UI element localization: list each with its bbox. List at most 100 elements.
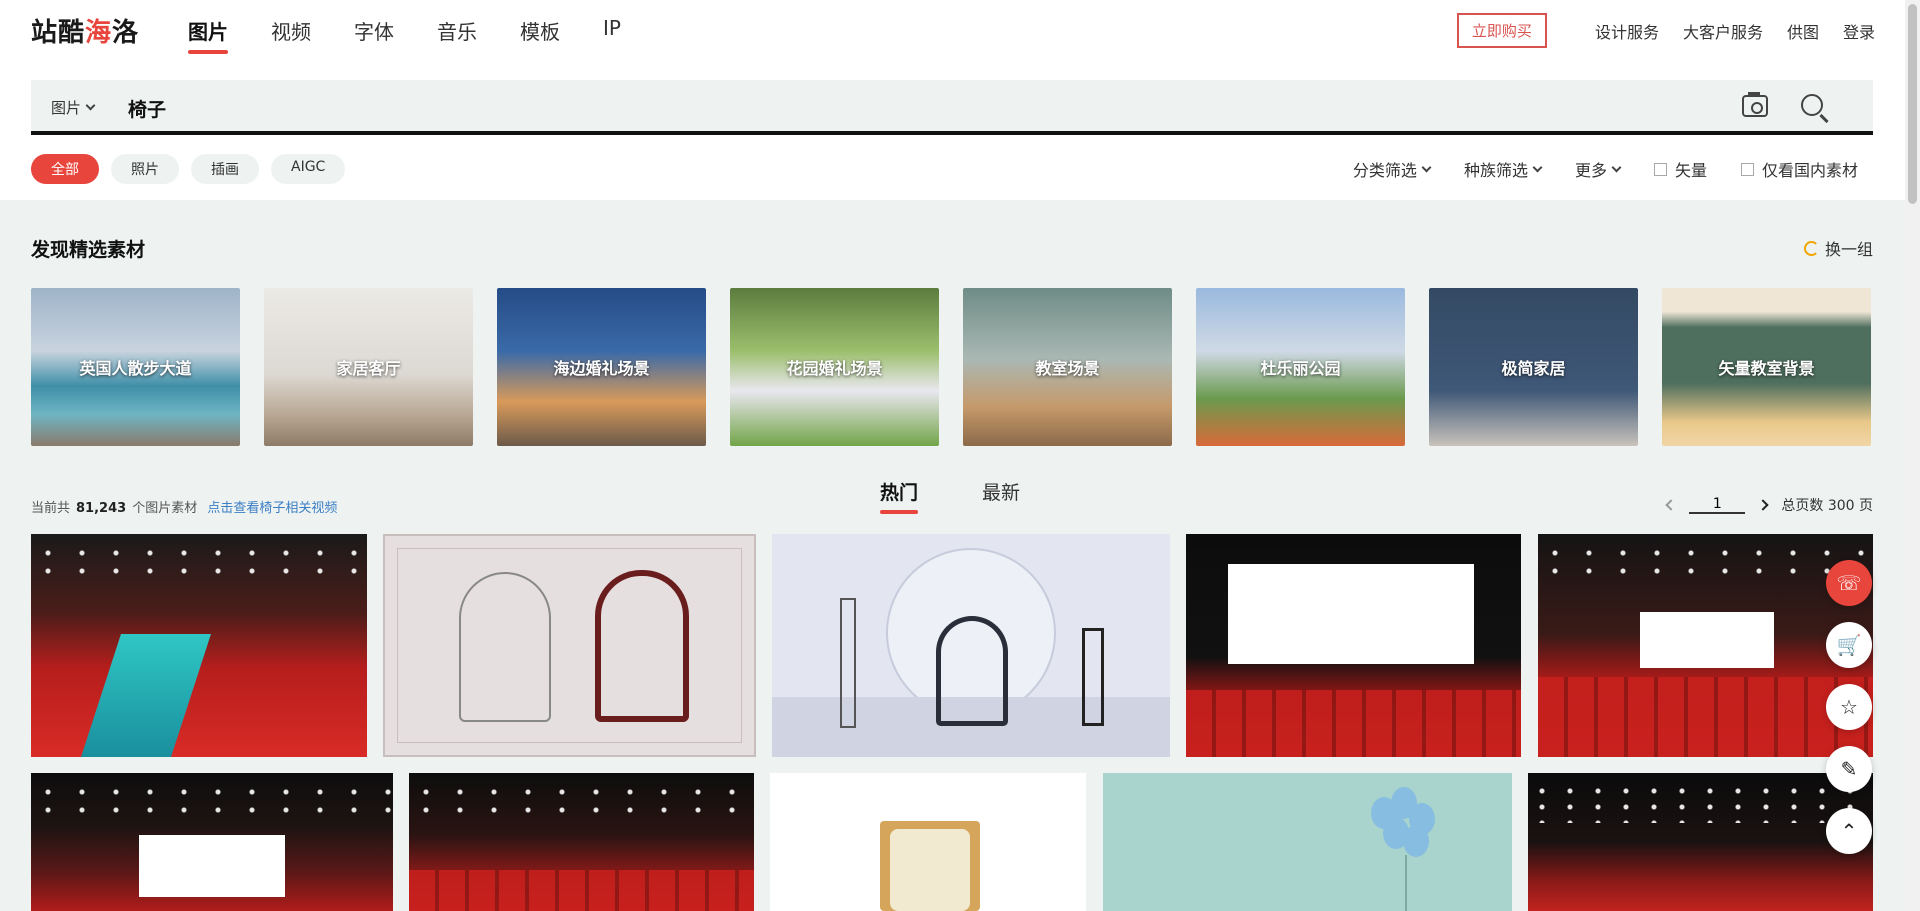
search-bar: 图片 (31, 80, 1873, 135)
stair-lights (81, 634, 211, 757)
featured-card[interactable]: 矢量教室背景 (1662, 288, 1871, 446)
login-link[interactable]: 登录 (1843, 19, 1875, 43)
top-header: 站酷海洛 图片 视频 字体 音乐 模板 IP 立即购买 设计服务 大客户服务 供… (0, 0, 1905, 200)
ceiling-lights (31, 544, 367, 584)
chip-photo[interactable]: 照片 (111, 154, 179, 184)
result-image[interactable] (772, 534, 1170, 757)
search-category-dropdown[interactable]: 图片 (51, 97, 96, 118)
results-prefix: 当前共 (31, 501, 71, 516)
nav-item-videos[interactable]: 视频 (271, 16, 311, 56)
ceiling-lights (1528, 783, 1873, 823)
featured-card[interactable]: 海边婚礼场景 (497, 288, 706, 446)
tab-popular[interactable]: 热门 (880, 478, 919, 514)
featured-card[interactable]: 花园婚礼场景 (730, 288, 939, 446)
ceiling-lights (1538, 544, 1873, 584)
featured-card-label: 花园婚礼场景 (786, 359, 883, 378)
site-logo[interactable]: 站酷海洛 (31, 12, 139, 49)
chevron-down-icon (1532, 162, 1543, 172)
next-page-icon[interactable] (1757, 499, 1770, 511)
sort-tabs: 热门 最新 (880, 478, 1020, 514)
logo-text-accent: 海 (85, 18, 113, 48)
buy-now-button[interactable]: 立即购买 (1456, 13, 1547, 48)
refresh-label: 换一组 (1824, 240, 1873, 259)
chair-dark-drawing (595, 570, 689, 722)
tab-latest[interactable]: 最新 (982, 478, 1020, 505)
ethnicity-filter-dropdown[interactable]: 种族筛选 (1463, 157, 1543, 181)
featured-card-label: 海边婚礼场景 (553, 359, 650, 378)
pagination: 总页数 300 页 (1665, 495, 1873, 515)
total-pages-label: 总页数 300 页 (1781, 498, 1873, 514)
nav-item-templates[interactable]: 模板 (520, 16, 560, 56)
type-filter-chips: 全部 照片 插画 AIGC (31, 154, 346, 184)
camera-icon[interactable] (1742, 92, 1768, 117)
featured-card-label: 英国人散步大道 (79, 359, 192, 378)
more-filter-label: 更多 (1574, 161, 1607, 180)
featured-card[interactable]: 极简家居 (1429, 288, 1638, 446)
discover-title: 发现精选素材 (31, 239, 146, 261)
domestic-only-checkbox-label: 仅看国内素材 (1761, 161, 1858, 180)
right-filters: 分类筛选 种族筛选 更多 矢量 仅看国内素材 (1353, 157, 1858, 181)
featured-cards: 英国人散步大道 家居客厅 海边婚礼场景 花园婚礼场景 教室场景 杜乐丽公园 极简… (31, 288, 1873, 446)
vector-checkbox-label: 矢量 (1674, 161, 1707, 180)
result-image[interactable] (31, 773, 393, 911)
chair-outline-drawing (459, 572, 551, 722)
featured-card[interactable]: 英国人散步大道 (31, 288, 240, 446)
nav-item-images[interactable]: 图片 (188, 16, 228, 56)
refresh-button[interactable]: 换一组 (1803, 236, 1873, 260)
featured-card[interactable]: 杜乐丽公园 (1196, 288, 1405, 446)
featured-card-label: 杜乐丽公园 (1260, 359, 1341, 378)
chip-all[interactable]: 全部 (31, 154, 99, 184)
balloon-string (1405, 855, 1407, 911)
result-image[interactable] (409, 773, 754, 911)
result-image[interactable] (1103, 773, 1512, 911)
result-image[interactable] (383, 534, 756, 757)
featured-card-label: 矢量教室背景 (1718, 359, 1815, 378)
chevron-up-icon[interactable]: ⌃ (1826, 808, 1872, 854)
chevron-down-icon (1611, 162, 1622, 172)
search-icon[interactable] (1801, 94, 1823, 116)
cinema-screen (139, 835, 285, 897)
cinema-screen (1228, 564, 1474, 664)
result-image[interactable] (770, 773, 1086, 911)
result-image[interactable] (1186, 534, 1521, 757)
ethnicity-filter-label: 种族筛选 (1463, 161, 1528, 180)
category-filter-dropdown[interactable]: 分类筛选 (1352, 157, 1432, 181)
cart-icon[interactable]: 🛒 (1826, 622, 1872, 668)
result-image[interactable] (31, 534, 367, 757)
related-video-link[interactable]: 点击查看椅子相关视频 (207, 501, 337, 516)
checkbox-box (1653, 162, 1667, 176)
search-input[interactable] (128, 88, 1728, 128)
edit-icon[interactable]: ✎ (1826, 746, 1872, 792)
nav-item-fonts[interactable]: 字体 (354, 16, 394, 56)
result-image[interactable] (1528, 773, 1873, 911)
featured-card[interactable]: 家居客厅 (264, 288, 473, 446)
nav-item-ip[interactable]: IP (603, 16, 621, 56)
category-filter-label: 分类筛选 (1352, 161, 1417, 180)
headset-icon[interactable]: ☏ (1826, 560, 1872, 606)
scrollbar-thumb[interactable] (1908, 4, 1917, 204)
chip-illustration[interactable]: 插画 (191, 154, 259, 184)
featured-card[interactable]: 教室场景 (963, 288, 1172, 446)
checkbox-box (1740, 162, 1754, 176)
theater-seats (1186, 690, 1521, 757)
chair-dark-drawing (936, 616, 1008, 726)
prev-page-icon[interactable] (1665, 499, 1678, 511)
page-number-input[interactable] (1689, 496, 1746, 514)
main-nav: 图片 视频 字体 音乐 模板 IP (188, 16, 664, 56)
star-icon[interactable]: ☆ (1826, 684, 1872, 730)
nav-item-music[interactable]: 音乐 (437, 16, 477, 56)
contribute-link[interactable]: 供图 (1787, 19, 1819, 43)
chevron-down-icon (85, 100, 96, 111)
featured-card-label: 教室场景 (1035, 359, 1100, 378)
domestic-only-checkbox[interactable]: 仅看国内素材 (1740, 157, 1858, 181)
result-image[interactable] (1538, 534, 1873, 757)
vector-checkbox[interactable]: 矢量 (1653, 157, 1707, 181)
page-scrollbar[interactable] (1905, 0, 1920, 911)
more-filter-dropdown[interactable]: 更多 (1574, 157, 1622, 181)
theater-seats (409, 869, 754, 911)
design-service-link[interactable]: 设计服务 (1595, 19, 1659, 43)
balloon (1403, 825, 1429, 857)
enterprise-service-link[interactable]: 大客户服务 (1683, 19, 1763, 43)
theater-seats (1538, 676, 1873, 757)
chip-aigc[interactable]: AIGC (271, 154, 346, 184)
